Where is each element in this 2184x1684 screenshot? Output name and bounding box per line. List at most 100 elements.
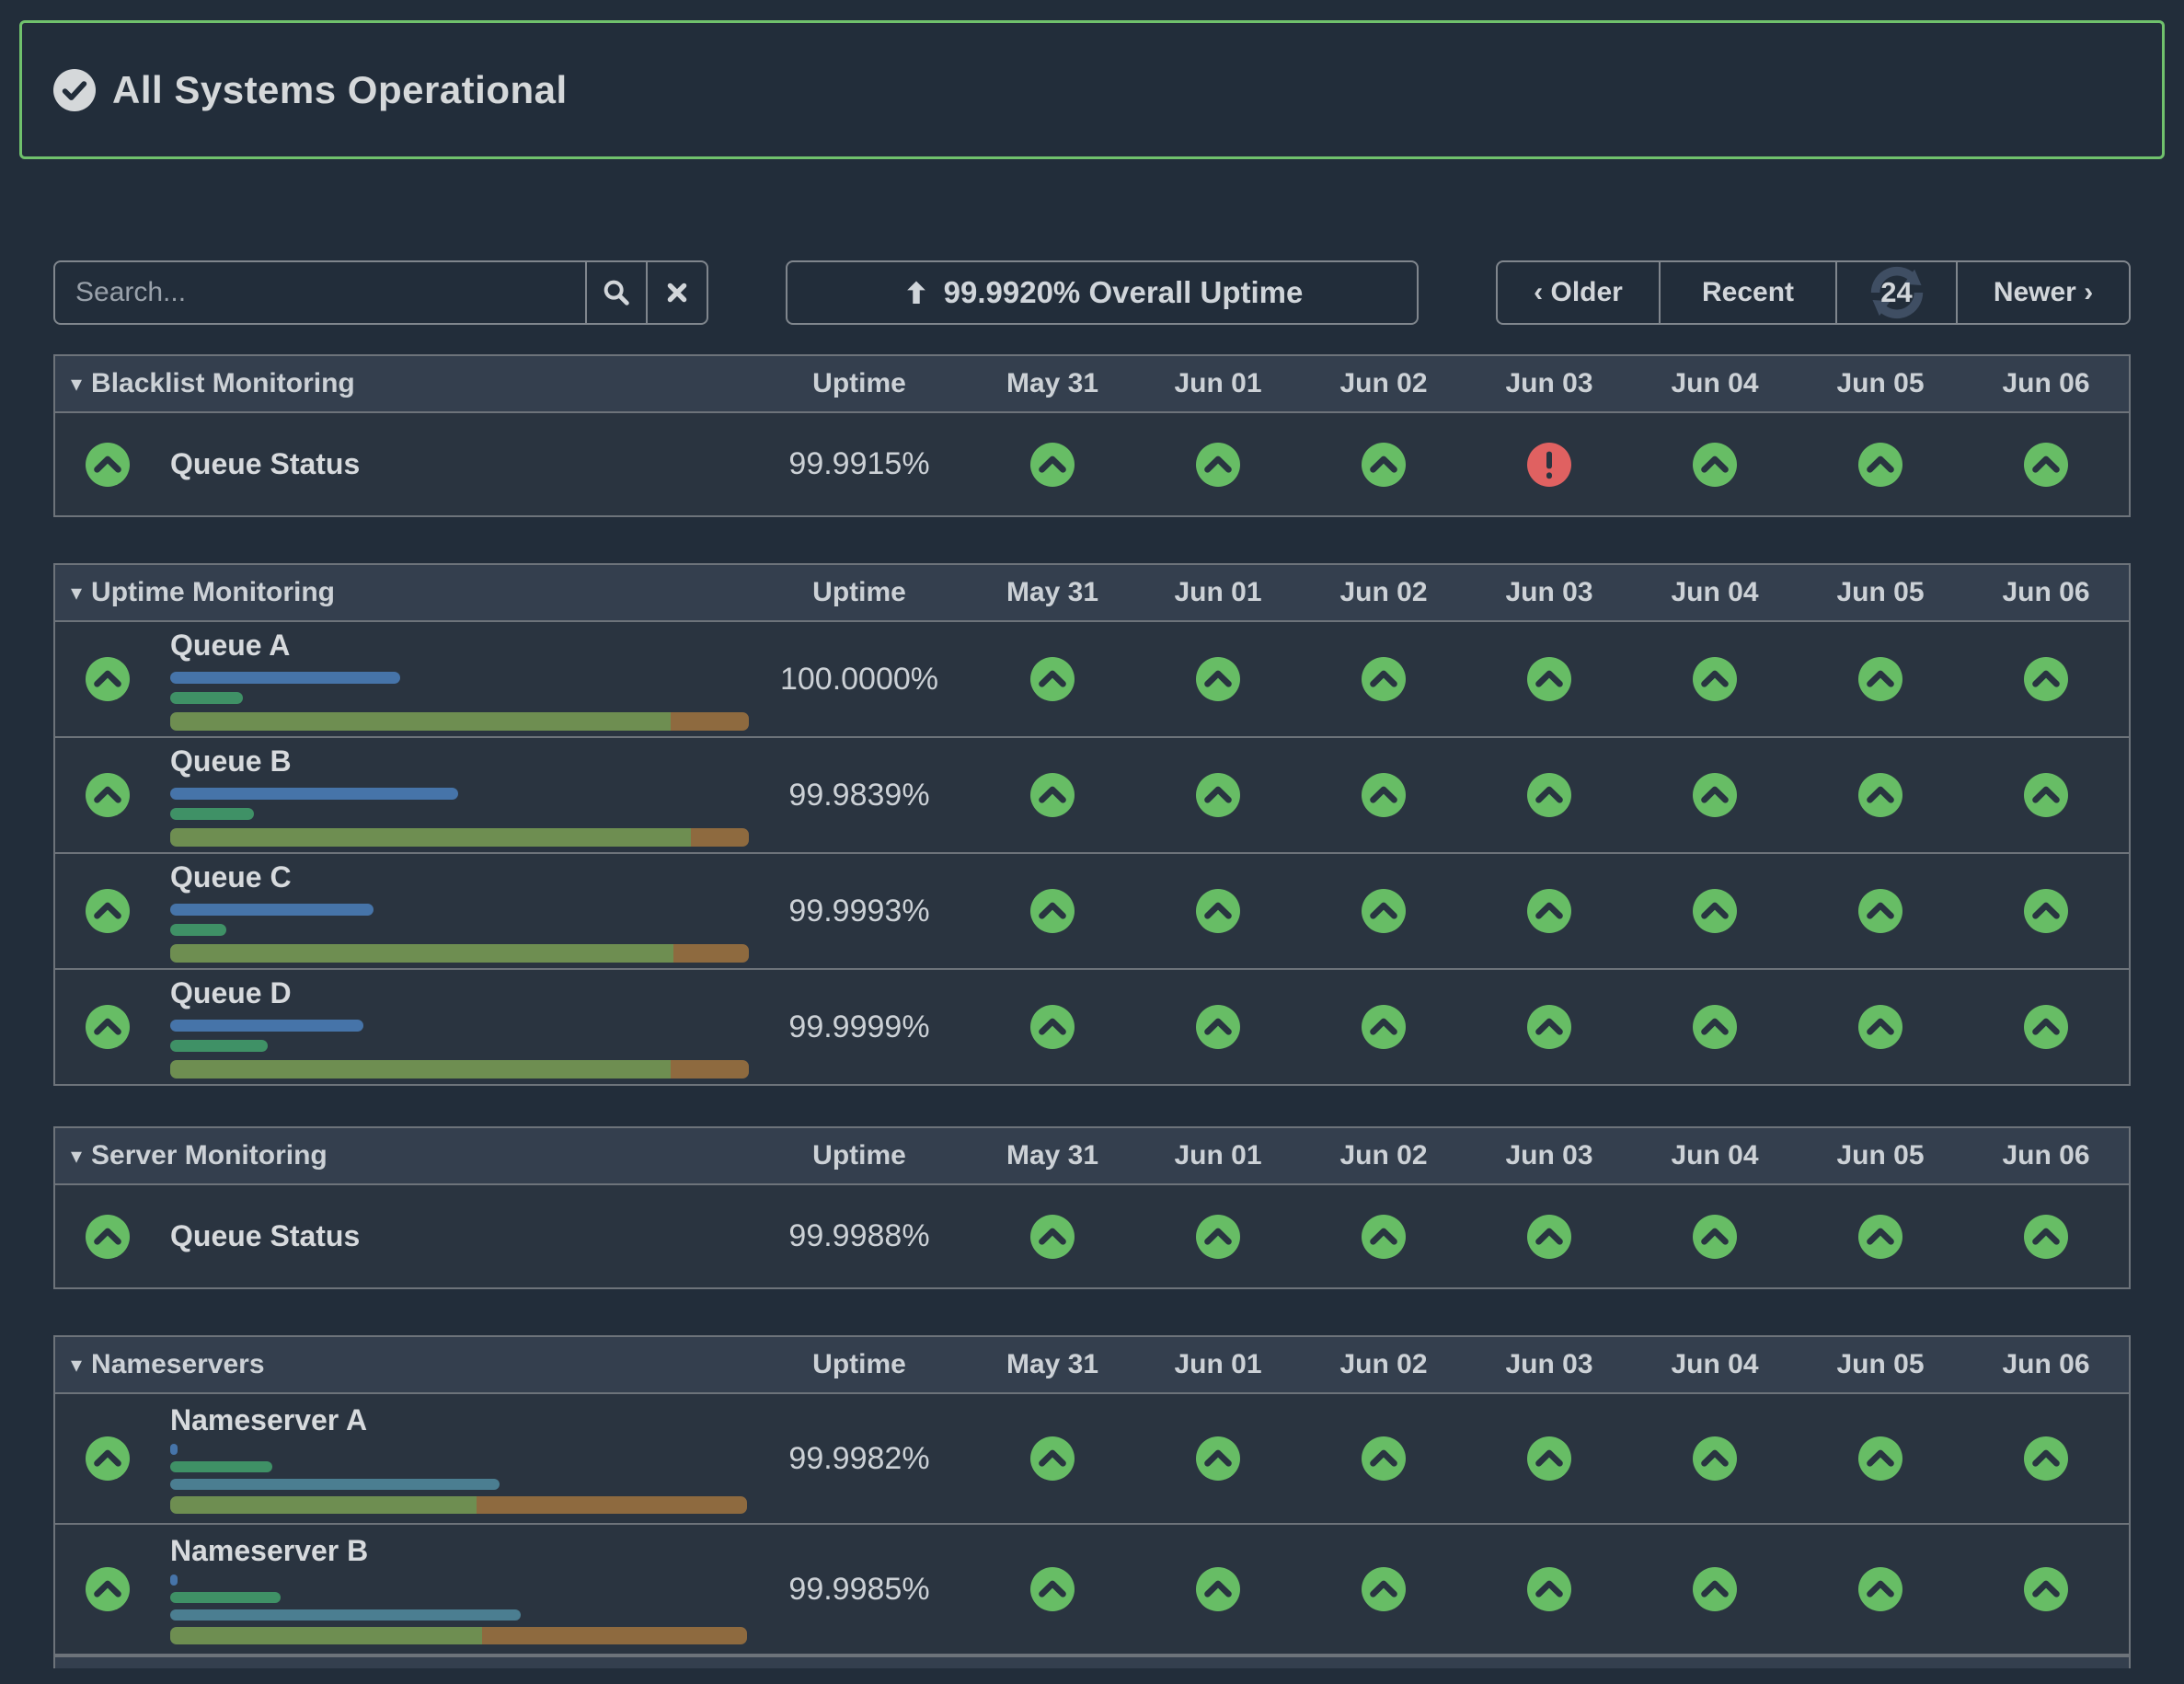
partial-next-section: [53, 1655, 2131, 1668]
response-time-bar: [170, 808, 254, 820]
section-title-text: Uptime Monitoring: [91, 577, 335, 608]
day-status-up-icon: [1632, 1005, 1798, 1049]
stacked-usage-bar: [170, 712, 749, 731]
day-status-up-icon: [1798, 1436, 1963, 1481]
column-date: Jun 06: [1963, 577, 2129, 608]
column-date: Jun 06: [1963, 368, 2129, 399]
day-status-up-icon: [970, 1005, 1135, 1049]
response-time-bar: [170, 904, 374, 916]
column-date: Jun 05: [1798, 577, 1963, 608]
monitor-name[interactable]: Queue B: [170, 744, 749, 779]
uptime-value: 99.9999%: [749, 1009, 970, 1045]
day-status-up-icon: [1466, 1005, 1632, 1049]
toolbar: 99.9920% Overall Uptime ‹ Older Recent 2…: [53, 260, 2131, 325]
column-date: Jun 03: [1466, 577, 1632, 608]
day-status-up-icon: [1632, 1567, 1798, 1611]
monitor-status-up-icon: [86, 1215, 130, 1259]
column-uptime: Uptime: [749, 1140, 970, 1171]
refresh-button[interactable]: 24: [1835, 262, 1956, 323]
day-status-up-icon: [970, 889, 1135, 933]
newer-button[interactable]: Newer ›: [1956, 262, 2129, 323]
column-date: Jun 03: [1466, 368, 1632, 399]
day-status-up-icon: [1301, 657, 1466, 701]
section-title[interactable]: ▾Uptime Monitoring: [55, 577, 749, 608]
day-status-up-icon: [1135, 1436, 1301, 1481]
day-status-up-icon: [1135, 889, 1301, 933]
response-time-bar: [170, 1609, 521, 1621]
section-header: ▾Uptime MonitoringUptimeMay 31Jun 01Jun …: [55, 565, 2129, 622]
uptime-value: 100.0000%: [749, 662, 970, 698]
history-nav: ‹ Older Recent 24 Newer ›: [1496, 260, 2131, 325]
refresh-hours-badge: 24: [1880, 276, 1912, 309]
response-time-bar: [170, 672, 400, 684]
day-status-up-icon: [1301, 773, 1466, 817]
monitor-name-cell: Queue B: [55, 738, 749, 852]
day-status-up-icon: [970, 773, 1135, 817]
day-status-up-icon: [1632, 1215, 1798, 1259]
older-button[interactable]: ‹ Older: [1498, 262, 1659, 323]
day-status-up-icon: [1466, 773, 1632, 817]
response-time-bar: [170, 1020, 363, 1032]
search-input[interactable]: [55, 262, 585, 323]
day-status-up-icon: [1135, 773, 1301, 817]
column-date: Jun 04: [1632, 577, 1798, 608]
monitor-name[interactable]: Nameserver B: [170, 1534, 749, 1568]
day-status-up-icon: [1963, 1005, 2129, 1049]
uptime-value: 99.9988%: [749, 1218, 970, 1254]
monitor-status-up-icon: [86, 889, 130, 933]
section-title[interactable]: ▾Nameservers: [55, 1349, 749, 1380]
column-date: May 31: [970, 1349, 1135, 1380]
stacked-bar-segment: [477, 1496, 747, 1514]
monitor-name[interactable]: Queue A: [170, 629, 749, 663]
monitor-status-up-icon: [86, 773, 130, 817]
day-status-up-icon: [1798, 443, 1963, 487]
monitor-name[interactable]: Queue D: [170, 976, 749, 1010]
stacked-bar-segment: [671, 1060, 749, 1078]
close-icon: [664, 280, 690, 306]
day-status-up-icon: [1798, 657, 1963, 701]
uptime-value: 99.9985%: [749, 1572, 970, 1608]
column-uptime: Uptime: [749, 577, 970, 608]
monitor-status-up-icon: [86, 443, 130, 487]
monitor-name-cell: Queue A: [55, 622, 749, 736]
monitor-name[interactable]: Queue Status: [170, 447, 749, 481]
stacked-usage-bar: [170, 1627, 747, 1644]
day-status-up-icon: [1135, 443, 1301, 487]
stacked-usage-bar: [170, 1060, 749, 1078]
clear-search-button[interactable]: [646, 262, 707, 323]
monitor-name[interactable]: Nameserver A: [170, 1403, 749, 1437]
day-status-up-icon: [1798, 889, 1963, 933]
monitor-row: Queue Status99.9988%: [55, 1185, 2129, 1287]
response-time-bar: [170, 1444, 178, 1455]
check-circle-icon: [53, 69, 96, 111]
monitor-status-up-icon: [86, 657, 130, 701]
stacked-bar-segment: [170, 1496, 477, 1514]
column-date: Jun 05: [1798, 1140, 1963, 1171]
collapse-caret-icon: ▾: [71, 1143, 82, 1169]
section-title[interactable]: ▾Server Monitoring: [55, 1140, 749, 1171]
recent-button[interactable]: Recent: [1659, 262, 1835, 323]
stacked-bar-segment: [170, 712, 671, 731]
section-server-monitoring: ▾Server MonitoringUptimeMay 31Jun 01Jun …: [53, 1126, 2131, 1289]
day-status-up-icon: [1135, 1215, 1301, 1259]
column-date: Jun 04: [1632, 1349, 1798, 1380]
section-title[interactable]: ▾Blacklist Monitoring: [55, 368, 749, 399]
day-status-up-icon: [1135, 1005, 1301, 1049]
response-time-bar: [170, 1479, 500, 1490]
stacked-bar-segment: [170, 944, 673, 963]
search-button[interactable]: [585, 262, 646, 323]
stacked-bar-segment: [170, 1060, 671, 1078]
column-date: May 31: [970, 577, 1135, 608]
overall-uptime-text: 99.9920% Overall Uptime: [944, 275, 1304, 310]
uptime-value: 99.9839%: [749, 778, 970, 813]
monitor-status-up-icon: [86, 1436, 130, 1481]
monitor-name-cell: Queue D: [55, 970, 749, 1084]
collapse-caret-icon: ▾: [71, 1352, 82, 1378]
day-status-up-icon: [1632, 657, 1798, 701]
monitor-name[interactable]: Queue C: [170, 860, 749, 894]
monitor-name[interactable]: Queue Status: [170, 1219, 749, 1253]
day-status-up-icon: [1963, 657, 2129, 701]
column-date: Jun 05: [1798, 368, 1963, 399]
day-status-up-icon: [970, 443, 1135, 487]
response-time-bar: [170, 692, 243, 704]
